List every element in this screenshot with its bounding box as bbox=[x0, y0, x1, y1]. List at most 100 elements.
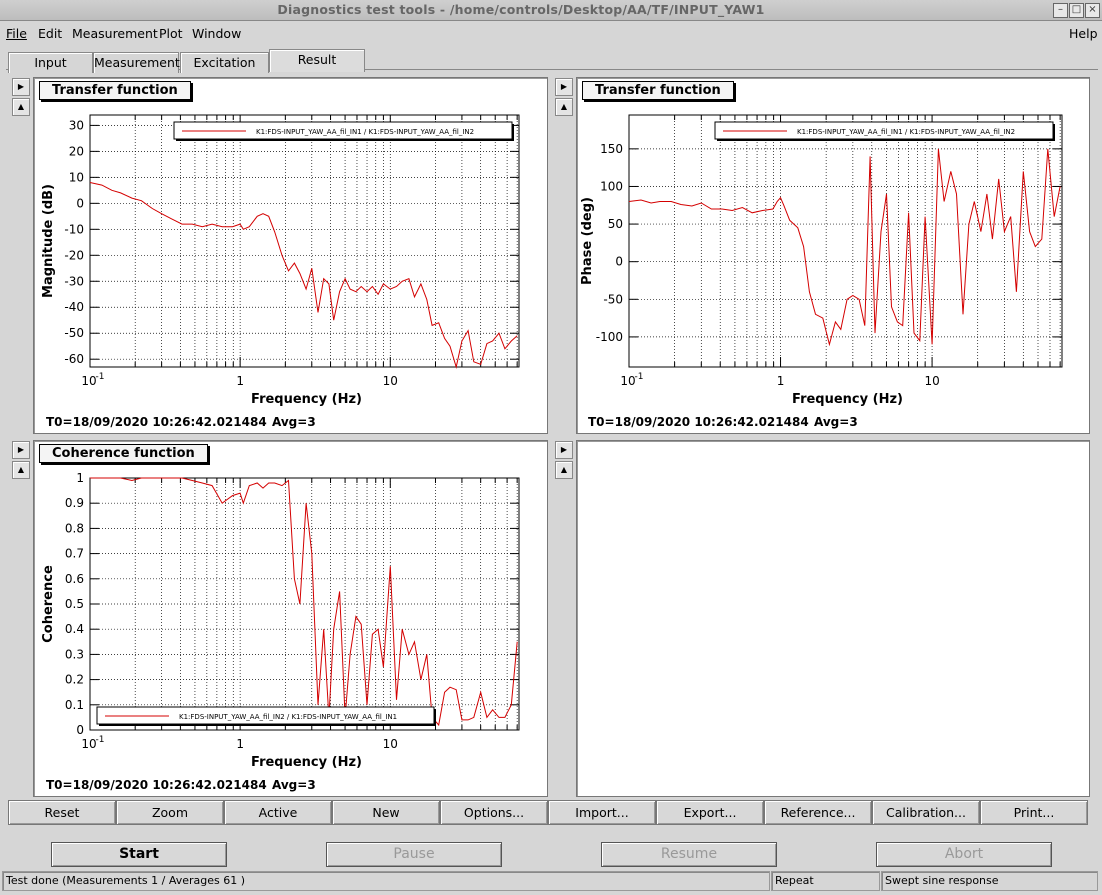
abort-button[interactable]: Abort bbox=[876, 842, 1052, 867]
y-tick-label: -40 bbox=[64, 300, 84, 314]
y-tick-label: 150 bbox=[600, 142, 623, 156]
menu-file[interactable]: File bbox=[6, 26, 27, 41]
maximize-icon[interactable]: □ bbox=[1069, 3, 1084, 18]
menu-help-label: Help bbox=[1069, 26, 1098, 41]
menu-window[interactable]: Window bbox=[192, 26, 241, 41]
legend-label: K1:FDS-INPUT_YAW_AA_fil_IN1 / K1:FDS-INP… bbox=[256, 128, 474, 136]
y-tick-label: 0.6 bbox=[65, 572, 84, 586]
y-axis-label: Phase (deg) bbox=[580, 197, 595, 285]
menu-window-label: Window bbox=[192, 26, 242, 41]
menu-measurement-label: Measurement bbox=[72, 26, 158, 41]
pause-button[interactable]: Pause bbox=[326, 842, 502, 867]
pad-expand-icon[interactable]: ▶ bbox=[12, 441, 30, 459]
y-tick-label: 10 bbox=[69, 170, 84, 184]
t0-label: T0=18/09/2020 10:26:42.021484 bbox=[588, 415, 809, 429]
tab-result[interactable]: Result bbox=[269, 49, 365, 72]
export-button[interactable]: Export... bbox=[656, 800, 764, 825]
x-tick-label: 10 bbox=[620, 374, 635, 388]
magnitude-chart: 3020100-10-20-30-40-50-6010-1 1 10Frequenc… bbox=[41, 114, 520, 407]
menu-help[interactable]: Help bbox=[1069, 26, 1098, 41]
x-axis-label: Frequency (Hz) bbox=[251, 392, 362, 407]
pad-collapse-icon[interactable]: ▲ bbox=[12, 98, 30, 116]
reset-button[interactable]: Reset bbox=[8, 800, 116, 825]
new-button[interactable]: New bbox=[332, 800, 440, 825]
options-button[interactable]: Options... bbox=[440, 800, 548, 825]
active-button[interactable]: Active bbox=[224, 800, 332, 825]
menu-bar: File Edit Measurement Plot Window Help bbox=[0, 22, 1102, 44]
y-tick-label: 0.2 bbox=[65, 673, 84, 687]
x-tick-label: 1 bbox=[236, 737, 244, 751]
print-button[interactable]: Print... bbox=[980, 800, 1088, 825]
close-icon[interactable]: × bbox=[1085, 3, 1100, 18]
y-tick-label: -60 bbox=[64, 352, 84, 366]
y-tick-label: 30 bbox=[69, 118, 84, 132]
x-tick-label: 10 bbox=[924, 374, 939, 388]
pad-collapse-icon[interactable]: ▲ bbox=[555, 98, 573, 116]
plot-pad-empty[interactable] bbox=[576, 440, 1090, 797]
menu-measurement[interactable]: Measurement bbox=[72, 26, 158, 41]
pad-expand-icon[interactable]: ▶ bbox=[555, 78, 573, 96]
plot-pad-phase[interactable]: 150 100 50 0 -50 -100 10 -1 1 10 Frequency (Hz) Pha… bbox=[576, 77, 1090, 434]
y-tick-label: 0.9 bbox=[65, 496, 84, 510]
y-axis-label: Magnitude (dB) bbox=[41, 184, 56, 298]
y-tick-label: 0.3 bbox=[65, 647, 84, 661]
calibration-button[interactable]: Calibration... bbox=[872, 800, 980, 825]
x-tick-label-exponent: -1 bbox=[96, 372, 105, 382]
status-type: Swept sine response bbox=[881, 871, 1098, 891]
plot-area: 150100500-50-10010-1 1 10Frequency (Hz)Pha… bbox=[580, 114, 1063, 407]
plot-area: 3020100-10-20-30-40-50-6010-1 1 10Frequenc… bbox=[41, 114, 520, 407]
menu-edit-label: Edit bbox=[38, 26, 63, 41]
menu-plot[interactable]: Plot bbox=[159, 26, 183, 41]
menu-plot-label: Plot bbox=[159, 26, 183, 41]
avg-label: Avg=3 bbox=[272, 415, 316, 429]
y-axis-label: Coherence bbox=[41, 565, 56, 643]
plot-toolbar: Reset Zoom Active New Options... Import.… bbox=[8, 800, 1088, 825]
pad-collapse-icon[interactable]: ▲ bbox=[12, 461, 30, 479]
phase-chart: 150100500-50-10010-1 1 10Frequency (Hz)Pha… bbox=[580, 114, 1063, 407]
y-tick-label: 0.8 bbox=[65, 521, 84, 535]
y-tick-label: 0 bbox=[76, 196, 84, 210]
tab-excitation[interactable]: Excitation bbox=[180, 52, 269, 73]
pad-collapse-icon[interactable]: ▲ bbox=[555, 461, 573, 479]
menu-edit[interactable]: Edit bbox=[38, 26, 62, 41]
t0-label: T0=18/09/2020 10:26:42.021484 bbox=[46, 415, 267, 429]
legend-label: K1:FDS-INPUT_YAW_AA_fil_IN1 / K1:FDS-INP… bbox=[797, 128, 1015, 136]
y-tick-label: -50 bbox=[603, 292, 623, 306]
y-tick-label: -20 bbox=[64, 248, 84, 262]
start-button[interactable]: Start bbox=[51, 842, 227, 867]
plot-pad-magnitude[interactable]: 30 20 10 0 -10 -20 -30 -40 -50 -60 10 -1 1 10 Frequenc… bbox=[33, 77, 548, 434]
plot-frame bbox=[89, 477, 520, 731]
x-tick-label: 10 bbox=[81, 737, 96, 751]
plot-title: Transfer function bbox=[39, 81, 191, 100]
resume-button[interactable]: Resume bbox=[601, 842, 777, 867]
x-tick-label: 1 bbox=[236, 374, 244, 388]
tab-input[interactable]: Input bbox=[8, 52, 93, 73]
y-tick-label: 1 bbox=[76, 471, 84, 485]
status-message: Test done (Measurements 1 / Averages 61 … bbox=[2, 871, 770, 891]
import-button[interactable]: Import... bbox=[548, 800, 656, 825]
x-axis-label: Frequency (Hz) bbox=[792, 392, 903, 407]
x-tick-label: 10 bbox=[81, 374, 96, 388]
x-tick-label: 1 bbox=[777, 374, 785, 388]
legend-label: K1:FDS-INPUT_YAW_AA_fil_IN2 / K1:FDS-INP… bbox=[179, 713, 397, 721]
y-tick-label: -100 bbox=[596, 330, 623, 344]
x-tick-label: 10 bbox=[383, 737, 398, 751]
y-tick-label: -50 bbox=[64, 326, 84, 340]
zoom-button[interactable]: Zoom bbox=[116, 800, 224, 825]
plot-title: Coherence function bbox=[39, 444, 208, 463]
minimize-icon[interactable]: – bbox=[1053, 3, 1068, 18]
t0-label: T0=18/09/2020 10:26:42.021484 bbox=[46, 778, 267, 792]
plot-pad-coherence[interactable]: 1 0.9 0.8 0.7 0.6 0.5 0.4 0.3 0.2 0.1 0 10 -1 1 10 Freq… bbox=[33, 440, 548, 797]
y-tick-label: 0 bbox=[615, 255, 623, 269]
tab-measurement[interactable]: Measurement bbox=[93, 52, 180, 73]
plot-area: 10.90.80.70.60.50.40.30.20.1010-1 1 10Freq… bbox=[41, 471, 520, 770]
x-tick-label-exponent: -1 bbox=[96, 735, 105, 745]
y-tick-label: 0.7 bbox=[65, 547, 84, 561]
pad-expand-icon[interactable]: ▶ bbox=[555, 441, 573, 459]
x-tick-label: 10 bbox=[383, 374, 398, 388]
pad-expand-icon[interactable]: ▶ bbox=[12, 78, 30, 96]
reference-button[interactable]: Reference... bbox=[764, 800, 872, 825]
y-tick-label: 0.1 bbox=[65, 698, 84, 712]
y-tick-label: -10 bbox=[64, 222, 84, 236]
y-tick-label: 0 bbox=[76, 723, 84, 737]
